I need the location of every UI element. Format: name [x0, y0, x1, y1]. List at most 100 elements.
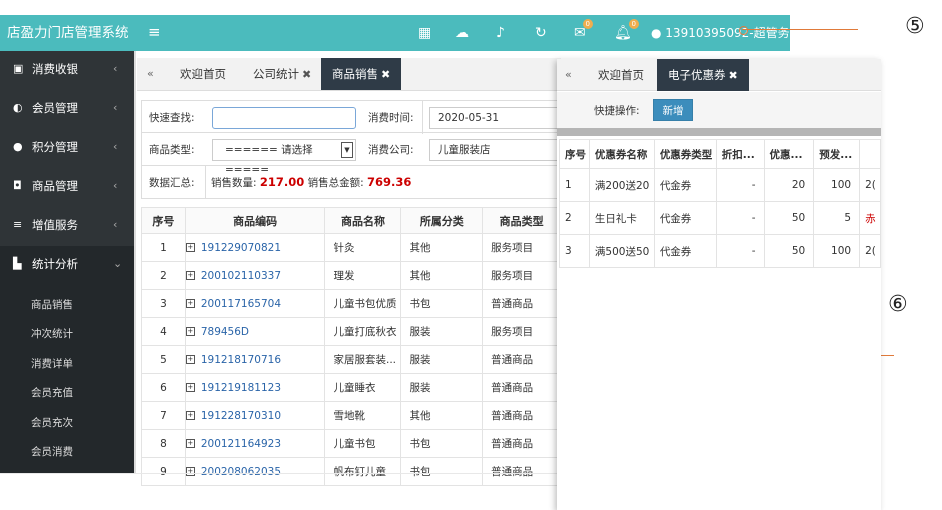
- goods-code-cell[interactable]: +200121164923: [184, 429, 326, 458]
- add-button[interactable]: 新增: [653, 99, 693, 121]
- sidebar-item-members[interactable]: ◐ 会员管理 ‹: [0, 90, 134, 129]
- sidebar-item-label: 消费收银: [32, 62, 78, 76]
- chevron-left-icon: ‹: [113, 179, 118, 192]
- goods-code-cell[interactable]: +191218170716: [184, 345, 326, 374]
- goods-code-cell[interactable]: +191229070821: [184, 233, 326, 262]
- column-header[interactable]: 商品类型: [482, 207, 561, 234]
- tab-welcome[interactable]: 欢迎首页: [180, 58, 226, 90]
- submenu-member-consume[interactable]: 会员消费: [31, 444, 73, 459]
- expand-icon[interactable]: +: [186, 439, 195, 448]
- row-index: 7: [141, 401, 186, 430]
- table-row[interactable]: 1 满200送20 代金券 -20 100 2(: [559, 168, 881, 202]
- submenu-member-recharge[interactable]: 会员充值: [31, 385, 73, 400]
- submenu-member-times[interactable]: 会员充次: [31, 415, 73, 430]
- refresh-icon[interactable]: ↻: [535, 24, 547, 42]
- table-row[interactable]: 4 +789456D 儿童打底秋衣 服装 服务项目: [141, 317, 561, 346]
- goods-code[interactable]: 200102110337: [201, 270, 281, 282]
- table-row[interactable]: 8 +200121164923 儿童书包 书包 普通商品: [141, 429, 561, 458]
- column-header[interactable]: 折扣...: [715, 139, 765, 169]
- table-row[interactable]: 6 +191219181123 儿童睡衣 服装 普通商品: [141, 373, 561, 402]
- sidebar-item-stats[interactable]: ▙ 统计分析 ⌄: [0, 246, 134, 285]
- table-row[interactable]: 5 +191218170716 家居服套装... 服装 普通商品: [141, 345, 561, 374]
- goods-code-cell[interactable]: +789456D: [184, 317, 326, 346]
- goods-code[interactable]: 200208062035: [201, 466, 281, 478]
- tab-prev-icon[interactable]: «: [565, 59, 572, 91]
- goods-code-cell[interactable]: +200102110337: [184, 261, 326, 290]
- expand-icon[interactable]: +: [186, 299, 195, 308]
- submenu-times-stats[interactable]: 冲次统计: [31, 326, 73, 341]
- goods-name: 家居服套装...: [324, 345, 402, 374]
- table-row[interactable]: 7 +191228170310 雪地靴 其他 普通商品: [141, 401, 561, 430]
- close-icon[interactable]: ✖: [381, 68, 390, 81]
- goods-code-cell[interactable]: +200208062035: [184, 457, 326, 486]
- sidebar-item-goods[interactable]: ◘ 商品管理 ‹: [0, 168, 134, 207]
- type-select[interactable]: ====== 请选择 ===== ▼: [212, 139, 356, 176]
- grid-icon[interactable]: ▦: [418, 24, 431, 42]
- time-input[interactable]: 2020-05-31: [429, 107, 562, 129]
- table-row[interactable]: 9 +200208062035 帆布钉儿童 书包 普通商品: [141, 457, 561, 486]
- goods-code[interactable]: 191219181123: [201, 382, 281, 394]
- column-header[interactable]: 商品编码: [184, 207, 326, 234]
- expand-icon[interactable]: +: [186, 327, 195, 336]
- expand-icon[interactable]: +: [186, 271, 195, 280]
- column-header[interactable]: 序号: [141, 207, 186, 234]
- coupon-table: 序号 优惠券名称 优惠券类型 折扣... 优惠... 预发... 1 满200送2…: [559, 139, 881, 268]
- goods-type: 普通商品: [482, 373, 561, 402]
- quick-search-input[interactable]: [212, 107, 356, 129]
- submenu-consume-detail[interactable]: 消费详单: [31, 356, 73, 371]
- goods-code-cell[interactable]: +200117165704: [184, 289, 326, 318]
- qty-label: 销售数量:: [211, 177, 257, 189]
- goods-code[interactable]: 200117165704: [201, 298, 281, 310]
- goods-category: 服装: [400, 317, 484, 346]
- column-header[interactable]: 优惠券名称: [588, 139, 655, 169]
- submenu-goods-sales[interactable]: 商品销售: [31, 297, 73, 312]
- goods-code[interactable]: 200121164923: [201, 438, 281, 450]
- column-header[interactable]: 序号: [559, 139, 590, 169]
- members-icon: ◐: [13, 101, 23, 114]
- table-row[interactable]: 1 +191229070821 针灸 其他 服务项目: [141, 233, 561, 262]
- sidebar-item-service[interactable]: ≡ 增值服务 ‹: [0, 207, 134, 246]
- expand-icon[interactable]: +: [186, 411, 195, 420]
- column-header[interactable]: 优惠券类型: [653, 139, 717, 169]
- expand-icon[interactable]: +: [186, 355, 195, 364]
- table-row[interactable]: 2 +200102110337 理发 其他 服务项目: [141, 261, 561, 290]
- sidebar-item-cashier[interactable]: ▣ 消费收银 ‹: [0, 51, 134, 90]
- tab-e-coupon[interactable]: 电子优惠券 ✖: [657, 59, 749, 91]
- goods-code[interactable]: 789456D: [201, 326, 249, 338]
- tab-welcome[interactable]: 欢迎首页: [598, 59, 644, 91]
- bell-icon[interactable]: 🔔︎ 0: [614, 19, 639, 42]
- close-icon[interactable]: ✖: [302, 68, 311, 81]
- table-row[interactable]: 3 满500送50 代金券 -50 100 2(: [559, 234, 881, 268]
- expand-icon[interactable]: +: [186, 467, 195, 476]
- sidebar-item-points[interactable]: ● 积分管理 ‹: [0, 129, 134, 168]
- type-label: 商品类型:: [149, 144, 195, 156]
- summary-label: 数据汇总:: [149, 177, 195, 189]
- column-header[interactable]: 预发...: [813, 139, 861, 169]
- dropdown-arrow-icon: ▼: [341, 142, 353, 158]
- music-icon[interactable]: ♪: [496, 24, 505, 42]
- expand-icon[interactable]: +: [186, 243, 195, 252]
- tab-goods-sales[interactable]: 商品销售 ✖: [321, 58, 402, 90]
- qty-value: 217.00: [259, 175, 305, 189]
- goods-code[interactable]: 191228170310: [201, 410, 281, 422]
- cloud-icon[interactable]: ☁: [455, 24, 469, 42]
- goods-code-cell[interactable]: +191228170310: [184, 401, 326, 430]
- goods-code-cell[interactable]: +191219181123: [184, 373, 326, 402]
- column-header[interactable]: 商品名称: [324, 207, 402, 234]
- column-header[interactable]: 所属分类: [400, 207, 484, 234]
- goods-code[interactable]: 191229070821: [201, 242, 281, 254]
- goods-name: 儿童打底秋衣: [324, 317, 402, 346]
- user-menu[interactable]: ● 13910395092-超管务: [651, 15, 790, 51]
- close-icon[interactable]: ✖: [729, 69, 738, 82]
- menu-toggle-icon[interactable]: ≡: [148, 15, 161, 51]
- goods-category: 书包: [400, 457, 484, 486]
- goods-code[interactable]: 191218170716: [201, 354, 281, 366]
- tab-prev-icon[interactable]: «: [147, 58, 154, 90]
- table-row[interactable]: 2 生日礼卡 代金券 -50 5 赤: [559, 201, 881, 235]
- table-row[interactable]: 3 +200117165704 儿童书包优质 书包 普通商品: [141, 289, 561, 318]
- expand-icon[interactable]: +: [186, 383, 195, 392]
- mail-icon[interactable]: ✉ 0: [574, 19, 593, 42]
- company-input[interactable]: 儿童服装店: [429, 139, 562, 161]
- column-header[interactable]: 优惠...: [763, 139, 815, 169]
- tab-company-stats[interactable]: 公司统计 ✖: [253, 58, 311, 90]
